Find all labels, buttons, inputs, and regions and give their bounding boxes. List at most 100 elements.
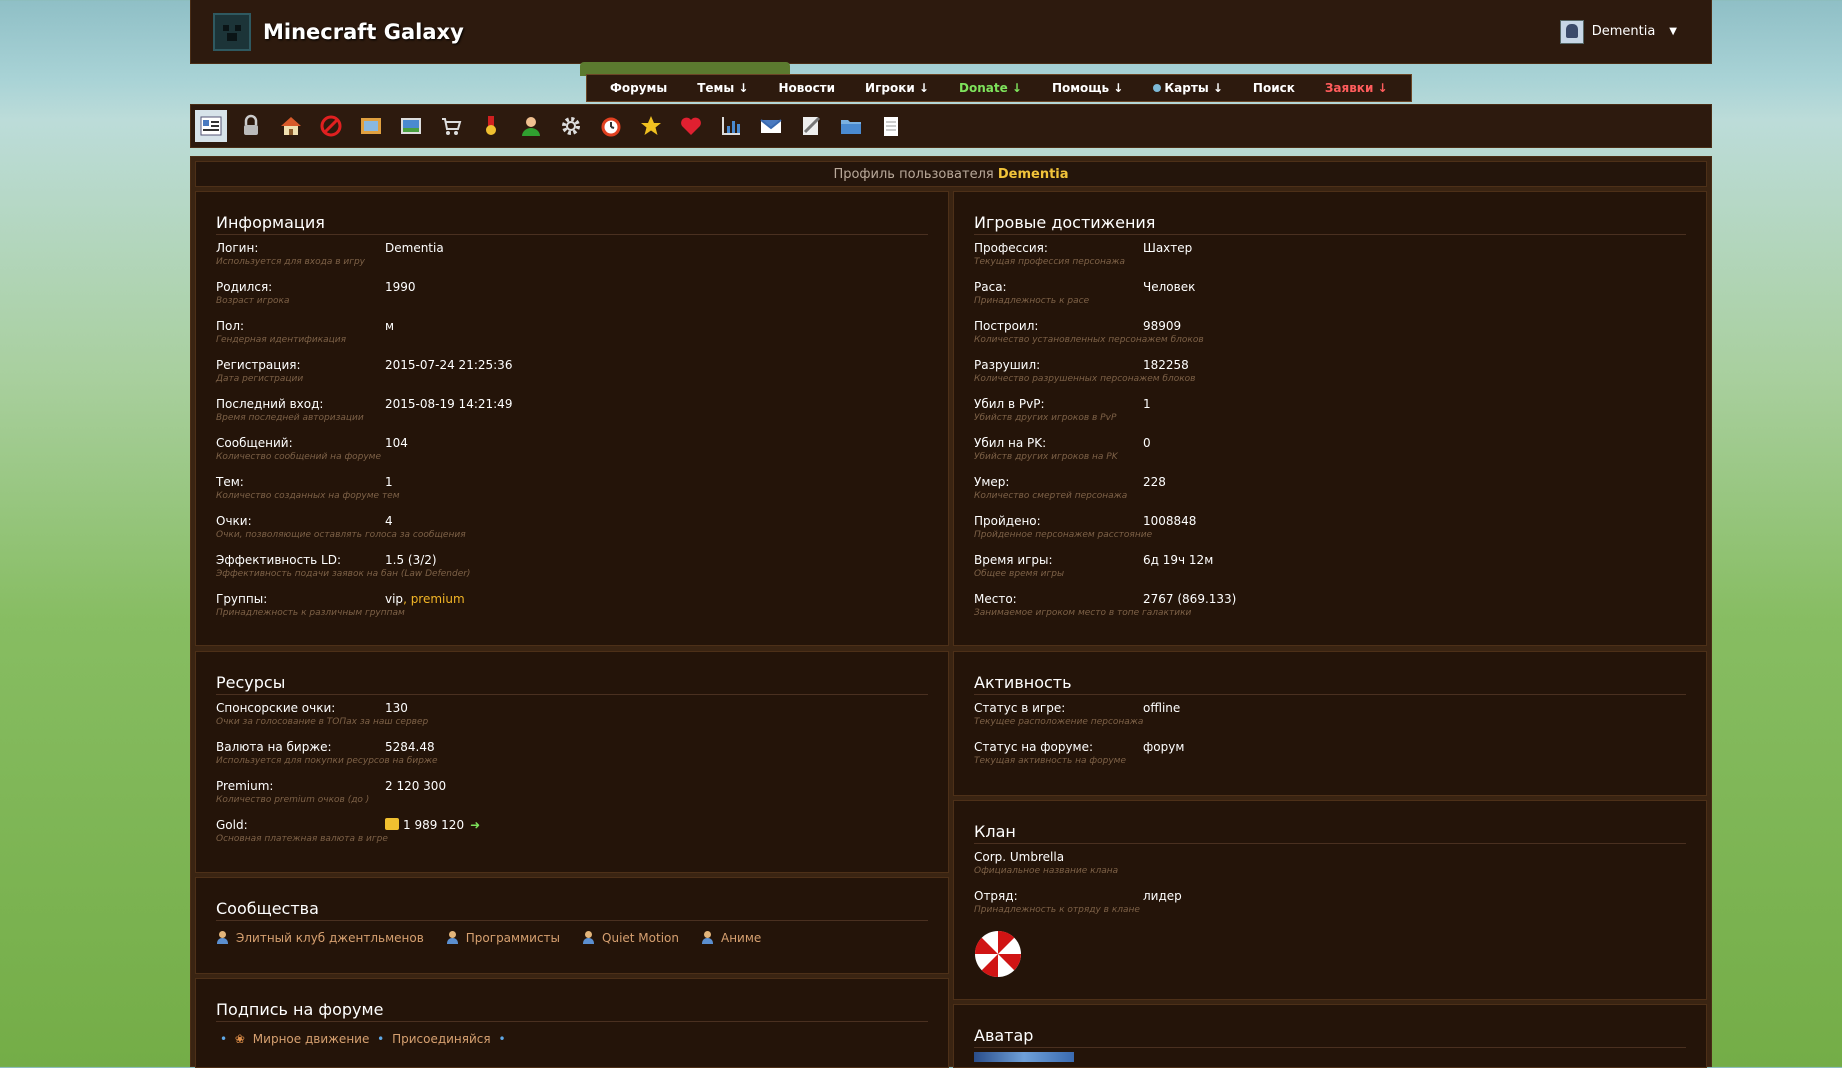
menu-item[interactable]: Donate ↓ — [944, 81, 1037, 95]
info-row-value-text: 1.5 — [385, 553, 405, 567]
menu-item[interactable]: Форумы — [595, 81, 682, 95]
resources-row-label[interactable]: Premium: — [216, 779, 273, 793]
profile-header-name[interactable]: Dementia — [998, 167, 1069, 182]
info-row: Последний вход: 2015-08-19 14:21:49 Время … — [216, 391, 928, 430]
clan-squad-row: Отряд: лидер Принадлежность к отряду в к… — [974, 883, 1686, 922]
folder-icon[interactable] — [835, 110, 867, 142]
signature-text: • ❀ Мирное движение • Присоединяйся • — [216, 1032, 928, 1046]
resources-panel: Ресурсы Спонсорские очки: 130 Очки за голо… — [195, 651, 949, 873]
info-row-value[interactable]: 1 — [385, 475, 393, 489]
gear-icon[interactable] — [555, 110, 587, 142]
signature-link-join[interactable]: Присоединяйся — [392, 1032, 491, 1046]
achievements-row-label: Время игры: — [974, 553, 1053, 567]
picture-frame-icon[interactable] — [355, 110, 387, 142]
info-row-value-text: vip — [385, 592, 404, 606]
gold-coins-icon — [385, 818, 399, 830]
menu-item[interactable]: Игроки ↓ — [850, 81, 944, 95]
heart-icon[interactable] — [675, 110, 707, 142]
info-row-label: Родился: — [216, 280, 273, 294]
info-row-value-text: 1 — [385, 475, 393, 489]
menu-item[interactable]: Темы ↓ — [682, 81, 763, 95]
achievements-row: Время игры: 6д 19ч 12м Общее время игры — [974, 547, 1686, 586]
achievements-row-label: Построил: — [974, 319, 1039, 333]
activity-row-value: offline — [1143, 701, 1180, 715]
page-wrapper: Minecraft Galaxy Dementia ▼ Форумы Темы ↓… — [190, 0, 1712, 1068]
achievements-row-desc: Количество смертей персонажа — [974, 491, 1128, 501]
info-row: Сообщений: 104 Количество сообщений на фор… — [216, 430, 928, 469]
resources-row-value-text: 5284.48 — [385, 740, 435, 754]
image-icon[interactable] — [395, 110, 427, 142]
clock-icon[interactable] — [595, 110, 627, 142]
lock-icon[interactable] — [235, 110, 267, 142]
menu-item[interactable]: Новости — [763, 81, 850, 95]
group-icon — [582, 931, 596, 945]
menu-item[interactable]: Карты ↓ — [1138, 81, 1238, 95]
signature-title: Подпись на форуме — [216, 979, 928, 1022]
ban-icon[interactable] — [315, 110, 347, 142]
user-menu[interactable]: Dementia ▼ — [1559, 0, 1677, 63]
resources-row-value: 1 989 120 ➜ — [385, 818, 480, 832]
resources-row-label[interactable]: Валюта на бирже: — [216, 740, 332, 754]
info-row-value-extra: , premium — [403, 592, 465, 606]
info-row-desc: Очки, позволяющие оставлять голоса за со… — [216, 530, 466, 540]
achievements-row-value: 6д 19ч 12м — [1143, 553, 1213, 567]
achievements-row-label: Пройдено: — [974, 514, 1041, 528]
community-link[interactable]: Программисты — [446, 931, 560, 945]
achievements-row-value[interactable]: Шахтер — [1143, 241, 1192, 255]
clan-name[interactable]: Corp. Umbrella — [974, 850, 1064, 864]
resources-row-value: 5284.48 — [385, 740, 435, 754]
achievements-row-desc: Пройденное персонажем расстояние — [974, 530, 1153, 540]
achievements-row: Раса: Человек Принадлежность к расе — [974, 274, 1686, 313]
community-link[interactable]: Аниме — [701, 931, 761, 945]
achievements-row-label: Убил на PK: — [974, 436, 1047, 450]
info-row-value: 4 — [385, 514, 393, 528]
resources-row-value: 2 120 300 — [385, 779, 446, 793]
communities-title: Сообщества — [216, 878, 928, 921]
signature-link-peace[interactable]: Мирное движение — [253, 1032, 370, 1046]
profile-card-icon[interactable] — [195, 110, 227, 142]
resources-row-value: 130 — [385, 701, 408, 715]
clan-squad-value: лидер — [1143, 889, 1182, 903]
achievements-row-desc: Количество установленных персонажем блок… — [974, 335, 1204, 345]
community-link[interactable]: Quiet Motion — [582, 931, 679, 945]
achievements-row-label: Разрушил: — [974, 358, 1041, 372]
info-row-desc: Возраст игрока — [216, 296, 290, 306]
menu-item[interactable]: Заявки ↓ — [1310, 81, 1403, 95]
resources-row-value-text: 1 989 120 — [403, 818, 465, 832]
user-avatar-icon — [1559, 19, 1584, 44]
group-icon — [216, 931, 230, 945]
resources-row-label[interactable]: Спонсорские очки: — [216, 701, 335, 715]
achievements-row-value-text: 98909 — [1143, 319, 1182, 333]
notepad-icon[interactable] — [875, 110, 907, 142]
info-row-value: 2015-07-24 21:25:36 — [385, 358, 512, 372]
achievements-row: Пройдено: 1008848 Пройденное персонажем ра… — [974, 508, 1686, 547]
info-row-desc: Эффективность подачи заявок на бан (Law … — [216, 569, 471, 579]
info-row-label: Эффективность LD: — [216, 553, 342, 567]
creeper-logo-icon[interactable] — [213, 12, 251, 51]
edit-icon[interactable] — [795, 110, 827, 142]
community-link[interactable]: Элитный клуб джентльменов — [216, 931, 424, 945]
info-row-desc: Количество сообщений на форуме — [216, 452, 382, 462]
bar-chart-icon[interactable] — [715, 110, 747, 142]
home-icon[interactable] — [275, 110, 307, 142]
achievements-row-value[interactable]: Человек — [1143, 280, 1195, 294]
info-row: Регистрация: 2015-07-24 21:25:36 Дата реги… — [216, 352, 928, 391]
site-title[interactable]: Minecraft Galaxy — [263, 20, 464, 44]
achievements-row-label: Профессия: — [974, 241, 1048, 255]
avatar-panel: Аватар — [953, 1004, 1707, 1068]
cart-icon[interactable] — [435, 110, 467, 142]
achievements-row-value-text: 1 — [1143, 397, 1151, 411]
star-icon[interactable] — [635, 110, 667, 142]
info-row-value[interactable]: vip, premium — [385, 592, 465, 606]
medal-icon[interactable] — [475, 110, 507, 142]
arrow-right-icon[interactable]: ➜ — [470, 818, 480, 832]
community-name: Quiet Motion — [602, 931, 679, 945]
user-icon[interactable] — [515, 110, 547, 142]
mail-icon[interactable] — [755, 110, 787, 142]
achievements-row-value-text: 6д 19ч 12м — [1143, 553, 1214, 567]
achievements-row: Разрушил: 182258 Количество разрушенных пе… — [974, 352, 1686, 391]
menu-item[interactable]: Поиск — [1238, 81, 1310, 95]
resources-row-label[interactable]: Gold: — [216, 818, 248, 832]
achievements-row: Умер: 228 Количество смертей персонажа — [974, 469, 1686, 508]
menu-item[interactable]: Помощь ↓ — [1037, 81, 1138, 95]
